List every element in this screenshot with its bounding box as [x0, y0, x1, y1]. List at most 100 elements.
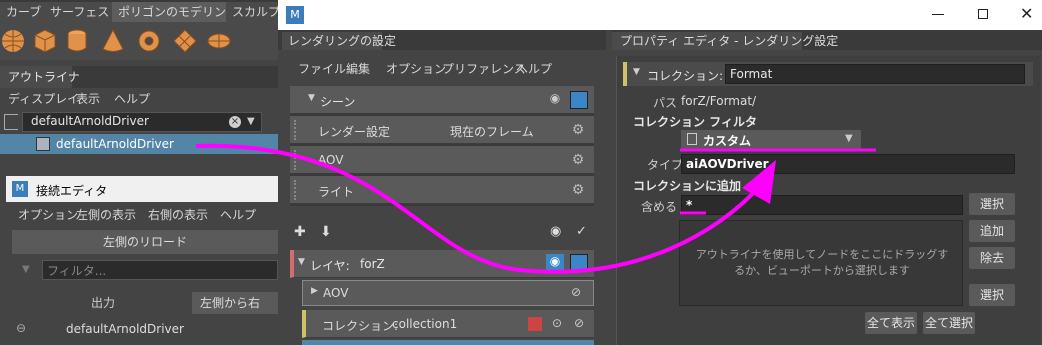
menu-help[interactable]: ヘルプ — [114, 88, 150, 110]
collection-name-field[interactable]: Format — [725, 64, 1025, 84]
reload-left-button[interactable]: 左側のリロード — [12, 230, 278, 254]
collapse-icon[interactable]: ▶ — [311, 286, 318, 296]
gear-icon[interactable]: ⚙ — [570, 152, 586, 168]
maximize-icon[interactable] — [978, 9, 988, 19]
tab-outputs[interactable]: 出力 — [56, 292, 150, 314]
bracket-icon[interactable] — [4, 114, 18, 130]
visibility-icon[interactable]: ◉ — [546, 91, 564, 109]
path-value: forZ/Format/ — [681, 94, 757, 108]
select-all-button[interactable]: 全て選択 — [923, 312, 975, 334]
expand-icon[interactable]: ▼ — [308, 93, 315, 103]
select-button[interactable]: 選択 — [969, 193, 1015, 215]
menu-edit[interactable]: 編集 — [346, 58, 370, 80]
visibility-toggle-icon[interactable]: ◉ — [550, 224, 561, 239]
menu-options[interactable]: オプション — [18, 204, 78, 226]
collection-filter-dropdown[interactable]: カスタム ▼ — [681, 130, 861, 150]
shelf-tab-curves[interactable]: カーブ — [0, 2, 49, 22]
aov-label: AOV — [318, 153, 344, 167]
menu-preferences[interactable]: プリファレンス — [442, 58, 526, 80]
close-icon[interactable]: ✕ — [1020, 4, 1033, 23]
render-settings-window: M ✕ レンダリングの設定 ファイル 編集 オプション プリファレンス ヘルプ … — [278, 0, 1042, 345]
add-section-label: コレクションに追加 — [633, 179, 742, 193]
tab-left-to-right[interactable]: 左側から右 — [192, 292, 278, 314]
collection-label: コレクション: — [322, 319, 399, 333]
collapse-icon[interactable]: ⊖ — [16, 321, 26, 335]
drag-handle-icon[interactable] — [294, 120, 298, 140]
search-dropdown-icon[interactable]: ▼ — [247, 116, 255, 127]
maya-logo-icon: M — [12, 181, 28, 197]
include-field[interactable]: * — [681, 195, 963, 215]
outliner-tab-bar: アウトライナ — [0, 66, 278, 88]
render-icon[interactable] — [570, 91, 588, 109]
menu-right-display[interactable]: 右側の表示 — [148, 204, 208, 226]
menu-file[interactable]: ファイル — [298, 58, 346, 80]
type-field[interactable]: aiAOVDriver — [681, 154, 1015, 174]
connection-filter-input[interactable]: フィルタ... — [42, 260, 278, 280]
connection-node-row[interactable]: ⊖ defaultArnoldDriver — [12, 320, 278, 340]
cylinder-icon[interactable] — [64, 28, 90, 54]
expand-icon[interactable]: ▼ — [298, 257, 305, 267]
render-settings-row[interactable]: レンダー設定 現在のフレーム ⚙ — [290, 116, 594, 144]
remove-button[interactable]: 除去 — [969, 247, 1015, 269]
tab-render-settings[interactable]: レンダリングの設定 — [282, 32, 396, 50]
menu-show[interactable]: 表示 — [76, 88, 100, 110]
drop-zone[interactable]: アウトライナを使用してノードをここにドラッグするか、ビューポートから選択します — [679, 220, 963, 306]
connection-editor-titlebar[interactable]: M 接続エディタ — [6, 176, 278, 202]
layer-row[interactable]: ▼ レイヤ: forZ ◉ — [290, 250, 594, 278]
drag-handle-icon[interactable] — [294, 180, 298, 200]
menu-options[interactable]: オプション — [386, 58, 446, 80]
sphere-icon[interactable] — [0, 28, 26, 54]
disable-icon[interactable]: ⊘ — [574, 316, 584, 330]
disable-icon[interactable]: ⊘ — [571, 285, 581, 299]
menu-help[interactable]: ヘルプ — [516, 58, 552, 80]
isolate-icon[interactable]: ⊙ — [552, 316, 562, 330]
filter-icon: ▼ — [22, 264, 30, 275]
layer-aov-row[interactable]: ▶ AOV ⊘ — [302, 280, 594, 306]
render-settings-titlebar[interactable]: M ✕ — [278, 0, 1042, 30]
cone-icon[interactable] — [100, 28, 126, 54]
lights-row[interactable]: ライト ⚙ — [290, 176, 594, 204]
menu-help[interactable]: ヘルプ — [220, 204, 256, 226]
collection-name: collection1 — [392, 317, 458, 331]
drag-handle-icon[interactable] — [294, 150, 298, 170]
gear-icon[interactable]: ⚙ — [570, 122, 586, 138]
torus-icon[interactable] — [136, 28, 162, 54]
layer-render-icon[interactable] — [570, 254, 588, 272]
collection-header[interactable]: ▼ コレクション: Format — [623, 62, 1033, 86]
layer-visibility-icon[interactable]: ◉ — [546, 254, 564, 272]
collection-row[interactable]: コレクション: collection1 ⊙ ⊘ — [302, 310, 594, 338]
add-button[interactable]: 追加 — [969, 220, 1015, 242]
connection-editor-window: M 接続エディタ オプション 左側の表示 右側の表示 ヘルプ 左側のリロード ▼… — [6, 176, 278, 345]
minimize-icon[interactable] — [932, 14, 944, 15]
menu-left-display[interactable]: 左側の表示 — [76, 204, 136, 226]
filter-type-icon — [687, 133, 697, 145]
override-icon[interactable] — [528, 317, 542, 331]
path-label: パス — [653, 96, 678, 110]
render-menu-bar: ファイル 編集 オプション プリファレンス ヘルプ — [278, 58, 606, 80]
disc-icon[interactable] — [206, 28, 232, 54]
tab-outliner[interactable]: アウトライナ — [0, 66, 80, 88]
tab-property-editor[interactable]: プロパティ エディタ - レンダリング設定 — [612, 32, 838, 50]
outliner-item-selected[interactable]: defaultArnoldDriver — [0, 134, 278, 154]
aov-row[interactable]: AOV ⚙ — [290, 146, 594, 174]
gear-icon[interactable]: ⚙ — [570, 182, 586, 198]
clear-search-icon[interactable]: × — [229, 116, 241, 128]
expand-icon[interactable]: ▼ — [633, 67, 640, 77]
plane-icon[interactable] — [172, 28, 198, 54]
shelf-tab-surfaces[interactable]: サーフェス — [44, 2, 117, 22]
drop-zone-text: アウトライナを使用してノードをここにドラッグするか、ビューポートから選択します — [695, 248, 949, 277]
connection-node-label: defaultArnoldDriver — [66, 322, 184, 336]
menu-display[interactable]: ディスプレイ — [8, 88, 79, 110]
outliner-menu-bar: ディスプレイ 表示 ヘルプ — [0, 88, 278, 110]
show-all-button[interactable]: 全て表示 — [865, 312, 917, 334]
select-button-2[interactable]: 選択 — [969, 284, 1015, 306]
create-layer-icon[interactable]: ✚ — [294, 224, 306, 240]
cube-icon[interactable] — [32, 28, 58, 54]
import-layer-icon[interactable]: ⬇ — [320, 224, 332, 240]
scene-row[interactable]: ▼ シーン ◉ — [290, 86, 594, 114]
filter-dropdown-value: カスタム — [703, 134, 752, 148]
lights-label: ライト — [318, 185, 355, 199]
render-settings-label: レンダー設定 — [318, 125, 391, 139]
outliner-search-input[interactable]: defaultArnoldDriver × ▼ — [22, 112, 262, 132]
render-toggle-icon[interactable]: ✓ — [576, 224, 587, 239]
